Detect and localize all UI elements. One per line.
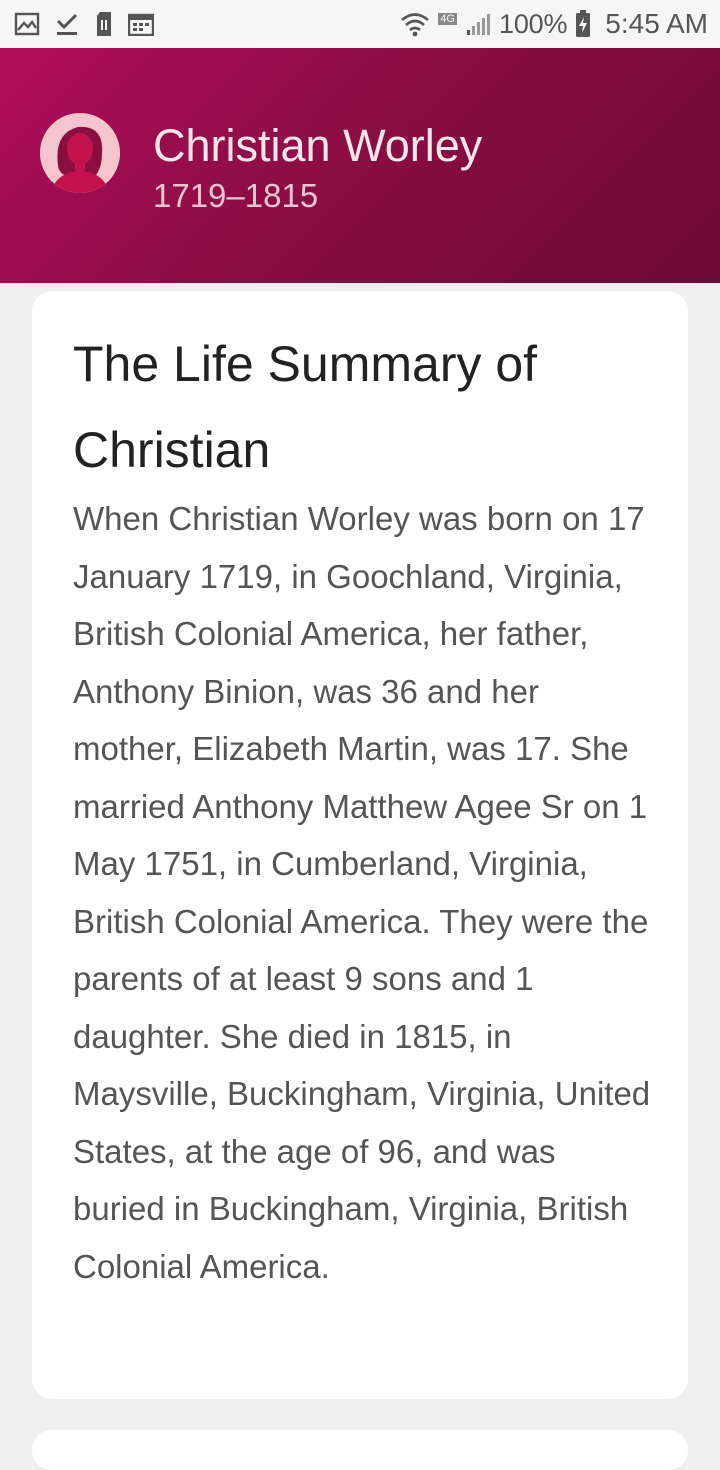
signal-icon (465, 12, 491, 36)
battery-percent: 100% (499, 8, 568, 39)
status-left-icons (14, 11, 154, 37)
wifi-icon (400, 11, 430, 37)
status-right-icons: 4G 100% 5:45 AM (400, 8, 708, 40)
life-summary-card: The Life Summary of Christian When Chris… (32, 291, 688, 1399)
calendar-icon (128, 12, 154, 36)
sim-card-icon (94, 11, 114, 37)
gallery-icon (14, 12, 40, 36)
life-summary-title: The Life Summary of Christian (73, 336, 538, 478)
person-header: Christian Worley 1719–1815 (0, 48, 720, 283)
clock: 5:45 AM (605, 8, 708, 39)
person-lifespan: 1719–1815 (153, 177, 319, 214)
network-badge: 4G (438, 13, 457, 25)
battery-charging-icon (575, 10, 591, 38)
life-summary-text: When Christian Worley was born on 17 Jan… (73, 500, 651, 1285)
person-name: Christian Worley (153, 120, 483, 171)
female-avatar-icon (40, 113, 120, 193)
next-card (32, 1430, 688, 1470)
person-avatar[interactable] (40, 113, 120, 193)
download-done-icon (54, 11, 80, 37)
status-bar: 4G 100% 5:45 AM (0, 0, 720, 48)
person-header-text: Christian Worley 1719–1815 (153, 118, 482, 218)
